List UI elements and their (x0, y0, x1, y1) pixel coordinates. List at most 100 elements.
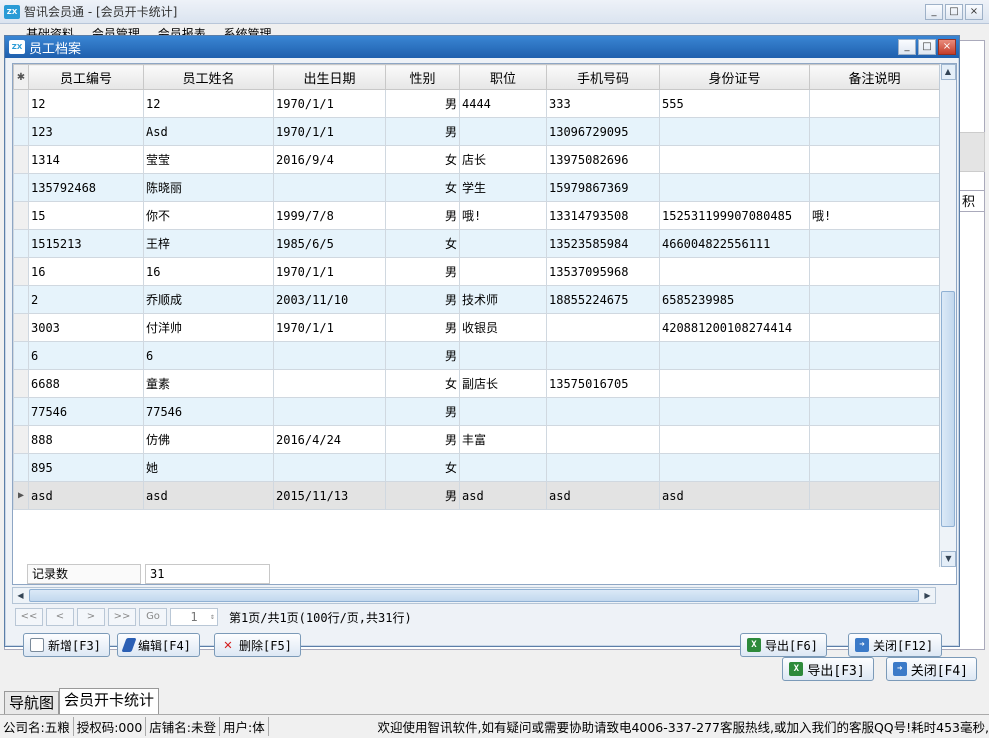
table-cell[interactable] (809, 173, 940, 202)
table-cell[interactable]: 男 (385, 397, 460, 426)
table-cell[interactable]: 1970/1/1 (273, 257, 386, 286)
table-cell[interactable]: 6688 (28, 369, 144, 398)
table-row[interactable]: 6688 童素 女副店长 13575016705 (13, 369, 940, 398)
table-cell[interactable]: 仿佛 (143, 425, 274, 454)
table-cell[interactable] (459, 117, 547, 146)
table-cell[interactable]: 她 (143, 453, 274, 482)
table-cell[interactable]: 888 (28, 425, 144, 454)
tab-member-card-stats[interactable]: 会员开卡统计 (59, 688, 160, 715)
table-cell[interactable]: 555 (659, 89, 810, 118)
table-cell[interactable] (459, 453, 547, 482)
table-cell[interactable]: 2015/11/13 (273, 481, 386, 510)
table-cell[interactable]: 18855224675 (546, 285, 660, 314)
table-cell[interactable]: 15 (28, 201, 144, 230)
row-indicator[interactable] (13, 173, 29, 202)
column-header[interactable]: 性别 (385, 64, 460, 90)
table-row[interactable]: ▶ asd asd 2015/11/13 男 asd asd asd (13, 481, 940, 510)
table-cell[interactable]: 13523585984 (546, 229, 660, 258)
table-cell[interactable]: asd (546, 481, 660, 510)
table-cell[interactable]: 1999/7/8 (273, 201, 386, 230)
table-cell[interactable]: 男 (385, 117, 460, 146)
table-cell[interactable] (809, 425, 940, 454)
table-cell[interactable]: 哦! (809, 201, 940, 230)
table-cell[interactable]: 420881200108274414 (659, 313, 810, 342)
first-page-button[interactable]: << (15, 608, 43, 626)
add-button[interactable]: 新增[F3] (23, 633, 110, 657)
row-indicator[interactable] (13, 201, 29, 230)
table-row[interactable]: 77546 77546 男 (13, 397, 940, 426)
table-cell[interactable] (459, 397, 547, 426)
close-button[interactable]: × (965, 4, 983, 20)
row-indicator[interactable] (13, 229, 29, 258)
table-cell[interactable] (809, 453, 940, 482)
column-header[interactable]: 职位 (459, 64, 547, 90)
table-cell[interactable]: 1985/6/5 (273, 229, 386, 258)
table-cell[interactable]: 1515213 (28, 229, 144, 258)
table-cell[interactable] (809, 341, 940, 370)
row-indicator[interactable] (13, 341, 29, 370)
table-cell[interactable] (273, 173, 386, 202)
vertical-scroll-thumb[interactable] (941, 291, 955, 527)
table-cell[interactable]: 1970/1/1 (273, 117, 386, 146)
horizontal-scrollbar[interactable]: ◀ ▶ (12, 587, 936, 604)
table-cell[interactable]: 男 (385, 341, 460, 370)
spinner-icon[interactable]: ⇕ (210, 609, 215, 625)
table-cell[interactable] (809, 313, 940, 342)
page-number-input[interactable]: 1 ⇕ (170, 608, 218, 626)
table-cell[interactable]: 4444 (459, 89, 547, 118)
edit-button[interactable]: 编辑[F4] (117, 633, 200, 657)
dialog-minimize-button[interactable]: _ (898, 39, 916, 55)
table-cell[interactable]: asd (459, 481, 547, 510)
table-cell[interactable]: 1970/1/1 (273, 89, 386, 118)
table-cell[interactable] (546, 313, 660, 342)
table-row[interactable]: 15 你不 1999/7/8 男哦! 13314793508 15253119990708… (13, 201, 940, 230)
minimize-button[interactable]: _ (925, 4, 943, 20)
dialog-close-button[interactable]: × (938, 39, 956, 55)
table-cell[interactable]: 6 (28, 341, 144, 370)
table-cell[interactable]: 2016/9/4 (273, 145, 386, 174)
table-cell[interactable] (459, 257, 547, 286)
next-page-button[interactable]: > (77, 608, 105, 626)
table-cell[interactable]: 陈晓丽 (143, 173, 274, 202)
table-cell[interactable]: 77546 (28, 397, 144, 426)
table-row[interactable]: 123 Asd 1970/1/1 男 13096729095 (13, 117, 940, 146)
table-cell[interactable] (809, 369, 940, 398)
table-cell[interactable]: 哦! (459, 201, 547, 230)
row-indicator[interactable] (13, 397, 29, 426)
table-cell[interactable] (546, 397, 660, 426)
table-cell[interactable]: 王梓 (143, 229, 274, 258)
table-cell[interactable]: 895 (28, 453, 144, 482)
table-cell[interactable]: 13975082696 (546, 145, 660, 174)
table-cell[interactable]: 77546 (143, 397, 274, 426)
table-cell[interactable]: asd (659, 481, 810, 510)
table-cell[interactable] (459, 341, 547, 370)
table-cell[interactable]: 女 (385, 145, 460, 174)
table-cell[interactable]: 收银员 (459, 313, 547, 342)
table-cell[interactable] (273, 341, 386, 370)
table-cell[interactable]: Asd (143, 117, 274, 146)
vertical-scrollbar[interactable]: ▲ ▼ (939, 64, 956, 567)
table-cell[interactable]: 466004822556111 (659, 229, 810, 258)
table-row[interactable]: 3003 付洋帅 1970/1/1 男收银员 420881200108274414 (13, 313, 940, 342)
table-cell[interactable]: 男 (385, 285, 460, 314)
dialog-close-action-button[interactable]: ➜ 关闭[F12] (848, 633, 943, 657)
table-cell[interactable]: 男 (385, 257, 460, 286)
table-cell[interactable]: 店长 (459, 145, 547, 174)
last-page-button[interactable]: >> (108, 608, 136, 626)
table-cell[interactable]: asd (143, 481, 274, 510)
scroll-right-icon[interactable]: ▶ (921, 589, 934, 602)
table-cell[interactable] (659, 369, 810, 398)
table-cell[interactable]: 女 (385, 453, 460, 482)
table-row[interactable]: 16 16 1970/1/1 男 13537095968 (13, 257, 940, 286)
table-cell[interactable]: 13314793508 (546, 201, 660, 230)
table-cell[interactable] (659, 117, 810, 146)
table-cell[interactable]: 12 (143, 89, 274, 118)
table-cell[interactable]: 333 (546, 89, 660, 118)
tab-navigation[interactable]: 导航图 (4, 691, 60, 715)
table-cell[interactable]: 135792468 (28, 173, 144, 202)
table-cell[interactable] (659, 453, 810, 482)
table-row[interactable]: 135792468 陈晓丽 女学生 15979867369 (13, 173, 940, 202)
row-indicator[interactable] (13, 117, 29, 146)
row-indicator[interactable] (13, 89, 29, 118)
table-cell[interactable] (809, 257, 940, 286)
